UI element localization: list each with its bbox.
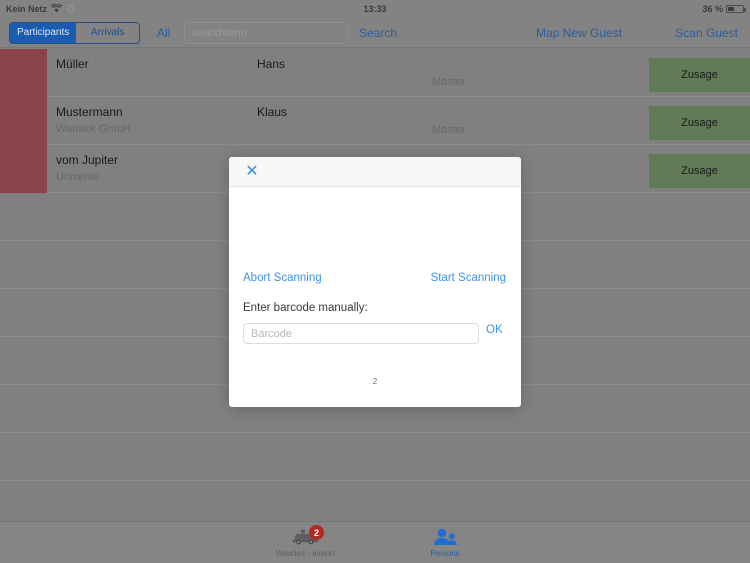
- segment-participants[interactable]: Participants: [10, 23, 77, 43]
- abort-scanning-button[interactable]: Abort Scanning: [243, 272, 322, 284]
- row-confirm-button[interactable]: Zusage: [649, 154, 750, 188]
- battery-percent-label: 36 %: [702, 4, 723, 14]
- barcode-scan-dialog: ✕ Abort Scanning Start Scanning Enter ba…: [229, 157, 521, 407]
- tab-badge: 2: [309, 525, 324, 540]
- tab-label-vehicles-airport: Vehicles - airport: [275, 549, 335, 558]
- row-first-name: Klaus: [257, 105, 288, 119]
- car-icon: 2: [290, 525, 324, 547]
- scan-count-label: 2: [372, 377, 378, 386]
- start-scanning-button[interactable]: Start Scanning: [431, 272, 506, 284]
- tab-label-persons: Persons: [430, 549, 460, 558]
- barcode-ok-button[interactable]: OK: [486, 324, 503, 336]
- tab-vehicles-airport[interactable]: 2 Vehicles - airport: [257, 525, 353, 558]
- row-level: Master: [432, 124, 466, 136]
- tab-bar: 2 Vehicles - airport Persons: [0, 521, 750, 563]
- row-status-flag: [0, 97, 47, 145]
- segmented-control[interactable]: Participants Arrivals: [9, 22, 140, 44]
- status-bar-center: 13:33: [0, 0, 750, 18]
- row-confirm-button[interactable]: Zusage: [649, 106, 750, 140]
- row-company: Universe: [56, 171, 100, 183]
- table-row[interactable]: Mustermann Wamtek GmbH Klaus Master Zusage: [0, 97, 750, 145]
- table-row[interactable]: Müller Hans Master Zusage: [0, 49, 750, 97]
- map-new-guest-button[interactable]: Map New Guest: [536, 18, 622, 48]
- status-bar-right: 36 %: [702, 0, 746, 18]
- top-toolbar: Participants Arrivals All Search Map New…: [0, 18, 750, 48]
- search-input[interactable]: [184, 22, 348, 44]
- clock-label: 13:33: [363, 4, 387, 14]
- barcode-label: Enter barcode manually:: [243, 302, 368, 314]
- row-last-name: vom Jupiter: [56, 153, 119, 167]
- row-company: Wamtek GmbH: [56, 123, 131, 135]
- row-first-name: Hans: [257, 57, 286, 71]
- table-row-empty: [0, 433, 750, 481]
- segment-arrivals[interactable]: Arrivals: [76, 23, 139, 43]
- status-bar: Kein Netz 13:33 36 %: [0, 0, 750, 18]
- scan-guest-button[interactable]: Scan Guest: [675, 18, 738, 48]
- dialog-body: Abort Scanning Start Scanning Enter barc…: [229, 187, 521, 407]
- row-level: Master: [432, 76, 466, 88]
- screen: Kein Netz 13:33 36 % Participants Arriva…: [0, 0, 750, 563]
- close-icon[interactable]: ✕: [243, 163, 261, 181]
- dialog-header: ✕: [229, 157, 521, 187]
- search-button[interactable]: Search: [359, 18, 397, 48]
- barcode-input[interactable]: [243, 323, 479, 344]
- row-last-name: Müller: [56, 57, 89, 71]
- people-icon: [432, 527, 458, 547]
- row-status-flag: [0, 49, 47, 97]
- tab-persons[interactable]: Persons: [397, 527, 493, 558]
- row-last-name: Mustermann: [56, 105, 123, 119]
- row-status-flag: [0, 145, 47, 193]
- battery-fill: [728, 7, 734, 11]
- row-confirm-button[interactable]: Zusage: [649, 58, 750, 92]
- battery-icon: [726, 5, 746, 13]
- filter-all-button[interactable]: All: [157, 18, 170, 48]
